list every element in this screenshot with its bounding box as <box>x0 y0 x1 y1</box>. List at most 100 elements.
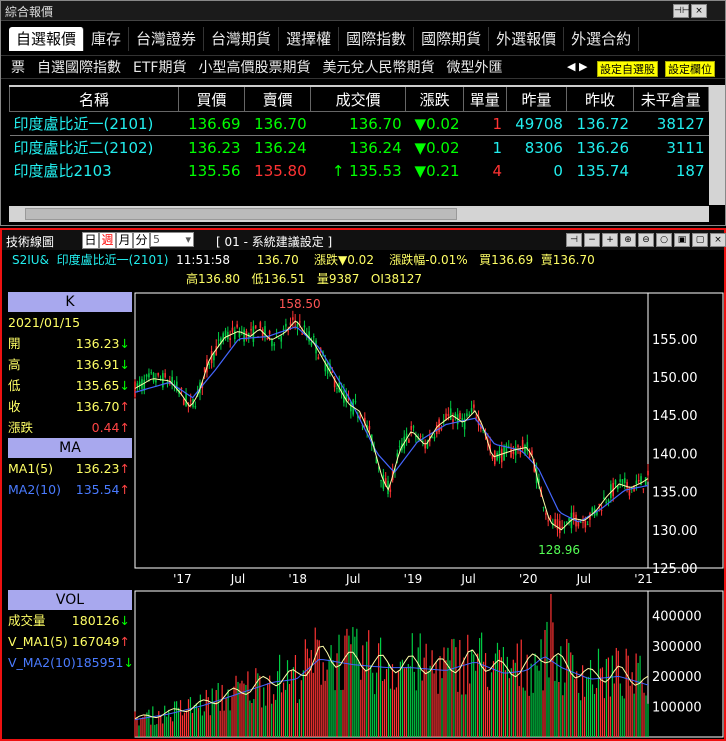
column-header[interactable]: 成交價 <box>310 85 407 112</box>
candle-body <box>266 338 269 340</box>
price-tick-label: 145.00 <box>652 409 698 424</box>
volume-tick-label: 100000 <box>652 701 702 716</box>
candle-body <box>582 521 584 523</box>
subtab-usd-cny-futures[interactable]: 美元兌人民幣期貨 <box>316 56 440 80</box>
candle-body <box>259 322 262 328</box>
tab-foreign-quote[interactable]: 外選報價 <box>489 27 565 51</box>
tab-tw-securities[interactable]: 台灣證券 <box>129 27 205 51</box>
column-header[interactable]: 未平倉量 <box>632 85 710 112</box>
scroll-arrows-icon[interactable]: ◀ ▶ <box>567 60 587 73</box>
column-header[interactable]: 漲跌 <box>405 85 464 112</box>
volume-tick-label: 200000 <box>652 670 702 685</box>
candle-body <box>449 408 452 420</box>
column-header[interactable]: 昨量 <box>505 85 568 112</box>
column-header[interactable]: 買價 <box>177 85 246 112</box>
column-header[interactable]: 昨收 <box>566 85 634 112</box>
candle-body <box>584 520 587 528</box>
candle-body <box>591 507 594 514</box>
candle-body <box>431 436 433 438</box>
cell-open-interest: 3111 <box>666 138 705 157</box>
candle-body <box>208 363 211 365</box>
candle-body <box>354 401 357 403</box>
candle-body <box>229 338 231 341</box>
vertical-scrollbar[interactable] <box>709 85 725 205</box>
candle-body <box>521 440 524 449</box>
tab-options[interactable]: 選擇權 <box>279 27 340 51</box>
close-icon[interactable]: × <box>691 4 707 18</box>
candle-body <box>289 322 292 326</box>
candle-body <box>380 479 382 482</box>
candle-body <box>600 510 603 512</box>
subtab-etf-futures[interactable]: ETF期貨 <box>127 56 192 80</box>
candle-body <box>628 486 631 496</box>
horizontal-scrollbar[interactable] <box>9 206 709 222</box>
column-header[interactable]: 名稱 <box>9 85 179 112</box>
candle-body <box>282 328 285 330</box>
column-header[interactable]: 賣價 <box>244 85 312 112</box>
cell-ask: 136.24 <box>254 138 307 157</box>
candle-body <box>572 512 575 518</box>
table-row[interactable]: 印度盧比2103 135.56 135.80 ↑ 135.53 ▼0.21 4 … <box>10 159 709 182</box>
tab-intl-index[interactable]: 國際指數 <box>339 27 415 51</box>
candle-body <box>268 330 271 334</box>
quote-window-title: 綜合報價 <box>5 5 54 19</box>
tab-inventory[interactable]: 庫存 <box>84 27 130 51</box>
candle-body <box>586 524 589 526</box>
candle-body <box>254 325 257 329</box>
x-tick-label: '19 <box>404 572 423 586</box>
candle-body <box>452 419 454 423</box>
cell-volume: 1 <box>463 111 507 136</box>
candle-body <box>234 330 236 340</box>
candle-body <box>148 373 150 378</box>
column-header[interactable]: 單量 <box>462 85 507 112</box>
candle-body <box>454 413 457 417</box>
cell-prev-close: 136.72 <box>566 111 634 136</box>
price-volume-chart[interactable]: 125.00 130.00 135.00 140.00 145.00 150.00 155.… <box>2 230 724 739</box>
scrollbar-thumb[interactable] <box>25 208 457 220</box>
cell-open-interest: 38127 <box>633 111 709 136</box>
candle-body <box>440 428 443 430</box>
candle-body <box>475 417 478 419</box>
price-annotation: 158.50 <box>279 297 321 311</box>
subtab-micro-fx[interactable]: 微型外匯 <box>440 56 508 80</box>
candle-body <box>493 450 496 465</box>
table-row[interactable]: 印度盧比近二(2102) 136.23 136.24 136.24 ▼0.02 … <box>10 136 709 160</box>
candle-body <box>517 445 519 448</box>
candle-body <box>605 501 608 503</box>
x-tick-label: '17 <box>173 572 192 586</box>
tab-foreign-contract[interactable]: 外選合約 <box>564 27 640 51</box>
subtab-stock[interactable]: 票 <box>5 56 31 80</box>
tab-watchlist-quote[interactable]: 自選報價 <box>9 27 85 51</box>
x-tick-label: Jul <box>345 572 360 586</box>
tab-tw-futures[interactable]: 台灣期貨 <box>204 27 280 51</box>
candle-body <box>280 336 283 342</box>
pin-icon[interactable]: ⊣⊢ <box>673 4 690 18</box>
tab-intl-futures[interactable]: 國際期貨 <box>414 27 490 51</box>
subtab-mini-stock-futures[interactable]: 小型高價股票期貨 <box>192 56 316 80</box>
candle-body <box>189 400 192 402</box>
subtab-custom-intl-index[interactable]: 自選國際指數 <box>31 56 127 80</box>
candle-body <box>410 425 413 430</box>
candle-body <box>136 383 139 387</box>
cell-name: 印度盧比近二(2102) <box>13 139 154 157</box>
candle-body <box>619 479 621 482</box>
candle-body <box>433 436 436 439</box>
volume-tick-label: 400000 <box>652 609 702 624</box>
cell-change: ▼0.02 <box>414 138 460 157</box>
candle-body <box>164 373 166 378</box>
cell-name: 印度盧比近一(2101) <box>9 111 179 136</box>
candle-body <box>468 414 471 416</box>
candle-body <box>554 519 556 525</box>
volume-plot-frame <box>134 590 724 738</box>
candle-body <box>150 372 153 374</box>
candle-body <box>626 482 628 489</box>
cell-prev-close: 136.26 <box>576 138 630 157</box>
candle-body <box>614 480 617 485</box>
main-tab-bar: 自選報價 庫存 台灣證券 台灣期貨 選擇權 國際指數 國際期貨 外選報價 外選合… <box>9 27 640 51</box>
set-watchlist-button[interactable]: 設定自選股 <box>597 61 658 77</box>
set-columns-button[interactable]: 設定欄位 <box>665 61 715 77</box>
table-row[interactable]: 印度盧比近一(2101) 136.69 136.70 136.70 ▼0.02 … <box>9 111 709 136</box>
cell-open-interest: 187 <box>675 161 705 180</box>
candle-body <box>292 317 294 320</box>
cell-prev-volume: 0 <box>553 161 563 180</box>
